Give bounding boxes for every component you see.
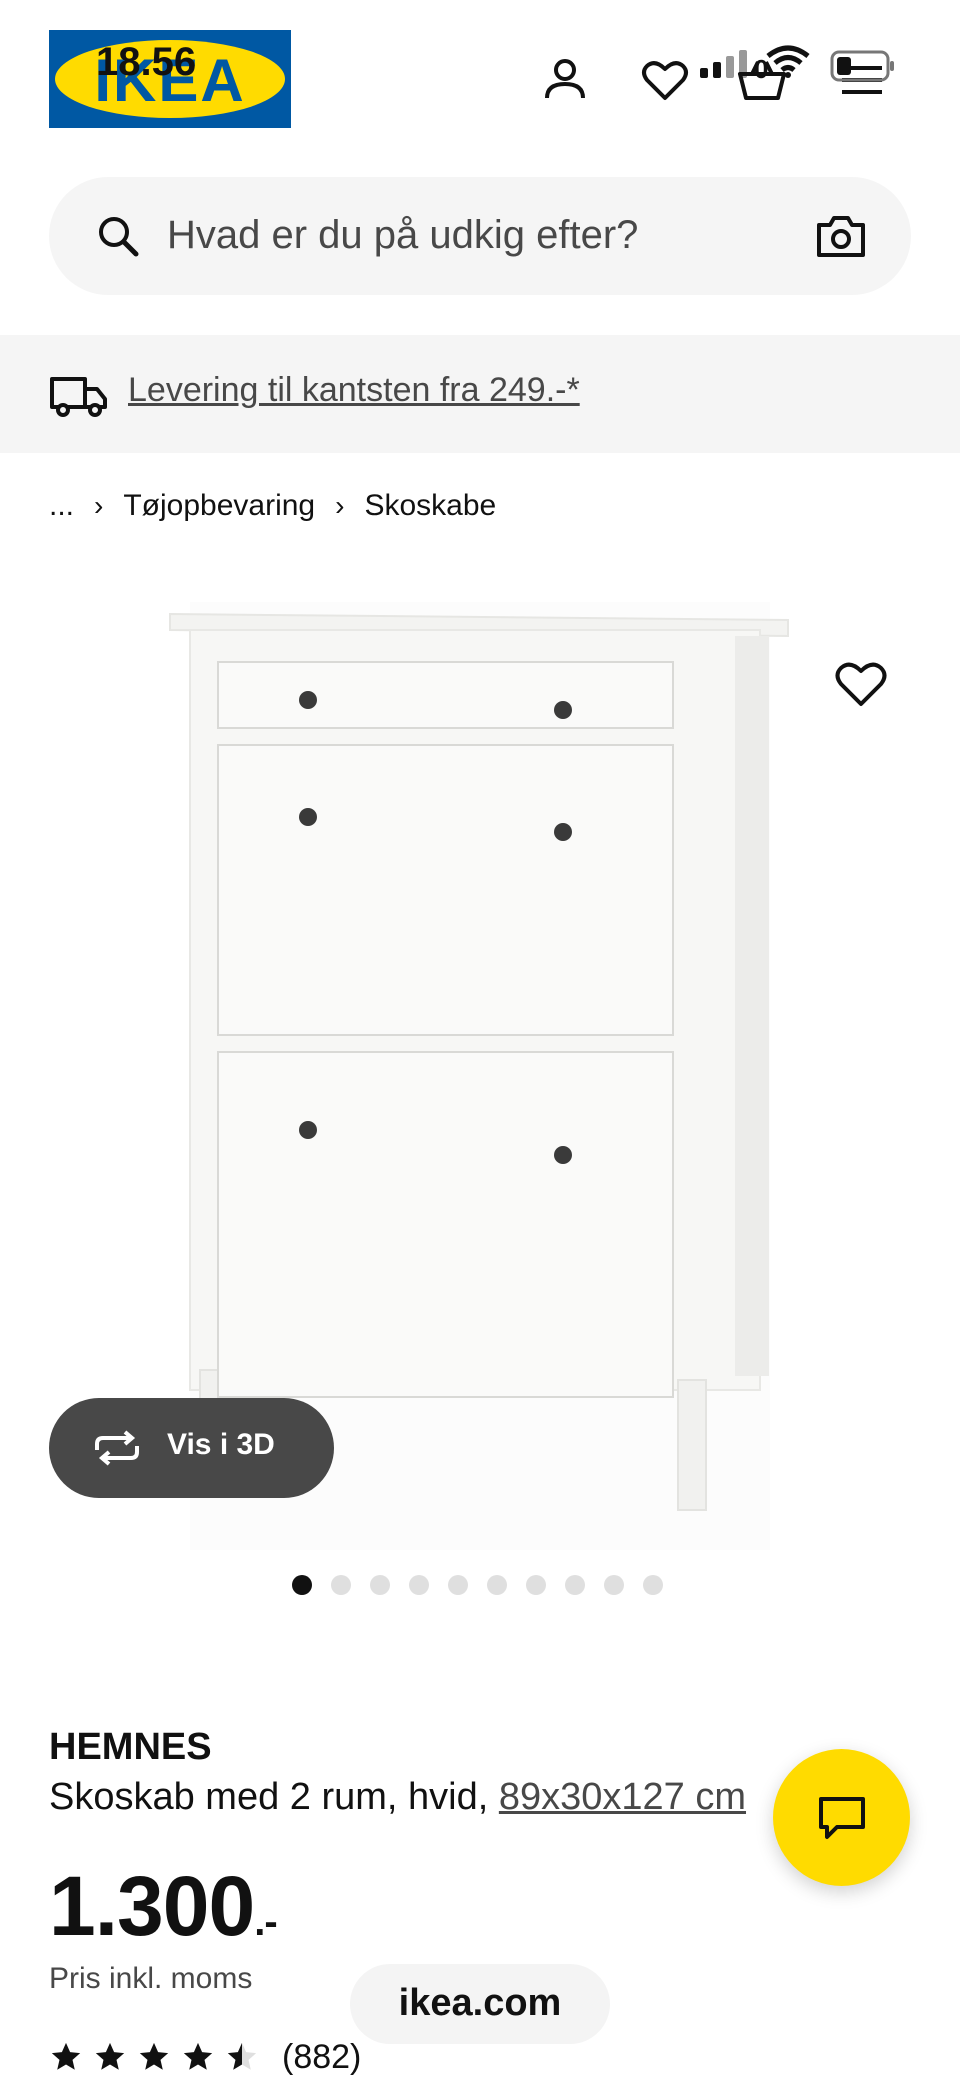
carousel-dot[interactable]	[604, 1575, 624, 1595]
star-full-icon	[183, 2042, 213, 2070]
carousel-dot[interactable]	[526, 1575, 546, 1595]
site-header: IKEA 18.56 0	[0, 0, 960, 160]
product-description: Skoskab med 2 rum, hvid, 89x30x127 cm	[49, 1776, 746, 1819]
chat-button[interactable]	[773, 1749, 910, 1886]
carousel-dot[interactable]	[487, 1575, 507, 1595]
breadcrumb-item-clothing-storage[interactable]: Tøjopbevaring	[123, 489, 315, 523]
carousel-dot[interactable]	[292, 1575, 312, 1595]
price-suffix: .-	[254, 1900, 277, 1944]
add-to-favourites-icon[interactable]	[831, 654, 891, 714]
star-full-icon	[51, 2042, 81, 2070]
chat-bubble-icon	[819, 1797, 865, 1839]
truck-icon	[50, 377, 107, 417]
carousel-dot[interactable]	[331, 1575, 351, 1595]
breadcrumb-item-shoe-cabinets[interactable]: Skoskabe	[364, 489, 496, 523]
camera-icon[interactable]	[815, 211, 867, 261]
browser-url: ikea.com	[398, 1982, 562, 2024]
carousel-dot[interactable]	[409, 1575, 429, 1595]
view-in-3d-button[interactable]: Vis i 3D	[49, 1398, 334, 1498]
image-carousel-dots	[292, 1575, 663, 1595]
carousel-dot[interactable]	[370, 1575, 390, 1595]
review-count[interactable]: (882)	[282, 2038, 361, 2077]
favourites-icon[interactable]	[637, 52, 693, 108]
product-size-link[interactable]: 89x30x127 cm	[499, 1776, 746, 1818]
chevron-right-icon: ›	[94, 490, 104, 521]
chevron-right-icon: ›	[335, 490, 345, 521]
star-full-icon	[139, 2042, 169, 2070]
status-time: 18.56	[96, 40, 197, 84]
breadcrumb-ellipsis[interactable]: ...	[49, 489, 74, 523]
search-input[interactable]: Hvad er du på udkig efter?	[167, 213, 638, 258]
view-in-3d-label: Vis i 3D	[167, 1428, 275, 1461]
star-full-icon	[95, 2042, 125, 2070]
product-description-text: Skoskab med 2 rum, hvid,	[49, 1776, 499, 1818]
browser-url-bar[interactable]: ikea.com	[350, 1964, 610, 2044]
search-icon	[99, 217, 139, 257]
delivery-link[interactable]: Levering til kantsten fra 249.-*	[128, 371, 580, 410]
carousel-dot[interactable]	[643, 1575, 663, 1595]
carousel-dot[interactable]	[565, 1575, 585, 1595]
star-half-icon	[227, 2042, 257, 2070]
rating-stars[interactable]	[49, 2040, 259, 2074]
battery-icon	[830, 50, 894, 82]
product-price: 1.300.-	[49, 1858, 278, 1955]
delivery-banner[interactable]: Levering til kantsten fra 249.-*	[0, 335, 960, 453]
rotate-3d-icon	[95, 1430, 139, 1466]
search-bar[interactable]: Hvad er du på udkig efter?	[49, 177, 911, 295]
carousel-dot[interactable]	[448, 1575, 468, 1595]
price-value: 1.300	[49, 1859, 255, 1953]
breadcrumb: ... › Tøjopbevaring › Skoskabe	[49, 486, 496, 526]
vat-note: Pris inkl. moms	[49, 1962, 253, 1995]
product-brand: HEMNES	[49, 1726, 212, 1768]
account-icon[interactable]	[537, 52, 593, 108]
wifi-icon	[766, 45, 810, 78]
